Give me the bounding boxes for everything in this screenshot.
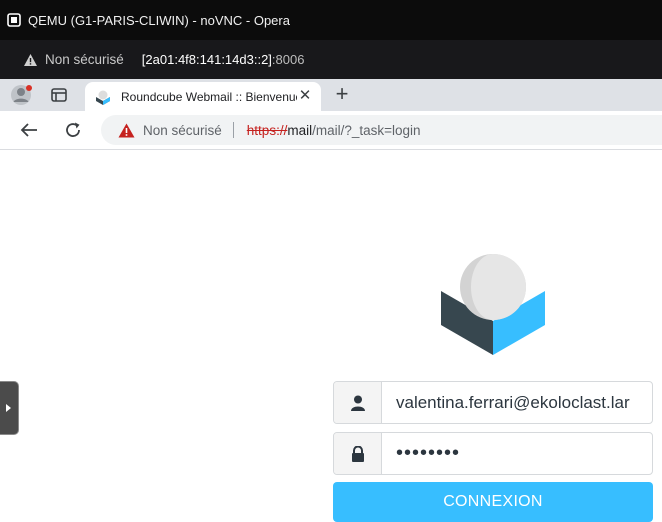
browser-toolbar: Non sécurisé https://mail/mail/?_task=lo… — [0, 111, 662, 150]
roundcube-favicon-icon — [95, 89, 111, 105]
back-arrow-icon[interactable] — [18, 119, 40, 141]
tab-actions-icon[interactable] — [50, 86, 68, 104]
warning-icon[interactable] — [23, 52, 39, 68]
roundcube-logo-icon — [441, 254, 545, 355]
url-scheme: https:// — [246, 122, 288, 138]
window-titlebar: QEMU (G1-PARIS-CLIWIN) - noVNC - Opera — [0, 0, 662, 40]
url-path: /mail/?_task=login — [312, 122, 421, 138]
tab-close-icon[interactable]: ✕ — [297, 88, 313, 104]
tab-title: Roundcube Webmail :: Bienvenue — [121, 89, 297, 104]
lock-icon — [334, 433, 382, 474]
not-secure-warning-icon[interactable] — [118, 122, 135, 139]
username-input[interactable]: valentina.ferrari@ekoloclast.lar — [382, 382, 652, 423]
tab-strip: Roundcube Webmail :: Bienvenue ✕ + — [0, 79, 662, 111]
reload-icon[interactable] — [62, 119, 84, 141]
outer-security-label[interactable]: Non sécurisé — [45, 52, 124, 67]
outer-url-port[interactable]: :8006 — [272, 52, 305, 67]
new-tab-button[interactable]: + — [332, 83, 352, 105]
user-icon — [334, 382, 382, 423]
username-field[interactable]: valentina.ferrari@ekoloclast.lar — [333, 381, 653, 424]
window-title: QEMU (G1-PARIS-CLIWIN) - noVNC - Opera — [28, 12, 290, 28]
tab-roundcube[interactable]: Roundcube Webmail :: Bienvenue ✕ — [85, 82, 321, 111]
login-button[interactable]: CONNEXION — [333, 482, 653, 522]
profile-avatar-icon[interactable] — [10, 83, 34, 107]
url-text[interactable]: https://mail/mail/?_task=login — [247, 123, 421, 138]
expand-arrow-icon — [6, 404, 11, 412]
password-field[interactable]: •••••••• — [333, 432, 653, 475]
omnibox-security-label[interactable]: Non sécurisé — [143, 123, 222, 138]
password-input[interactable]: •••••••• — [382, 433, 652, 474]
qemu-app-icon — [6, 12, 22, 28]
address-bar[interactable]: Non sécurisé https://mail/mail/?_task=lo… — [101, 115, 662, 145]
outer-address-bar[interactable]: Non sécurisé [2a01:4f8:141:14d3::2]:8006 — [0, 40, 662, 79]
outer-url-host[interactable]: [2a01:4f8:141:14d3::2] — [142, 52, 272, 67]
novnc-sidebar-handle[interactable] — [0, 381, 19, 435]
omnibox-divider — [232, 122, 234, 138]
url-host: mail — [287, 122, 313, 138]
